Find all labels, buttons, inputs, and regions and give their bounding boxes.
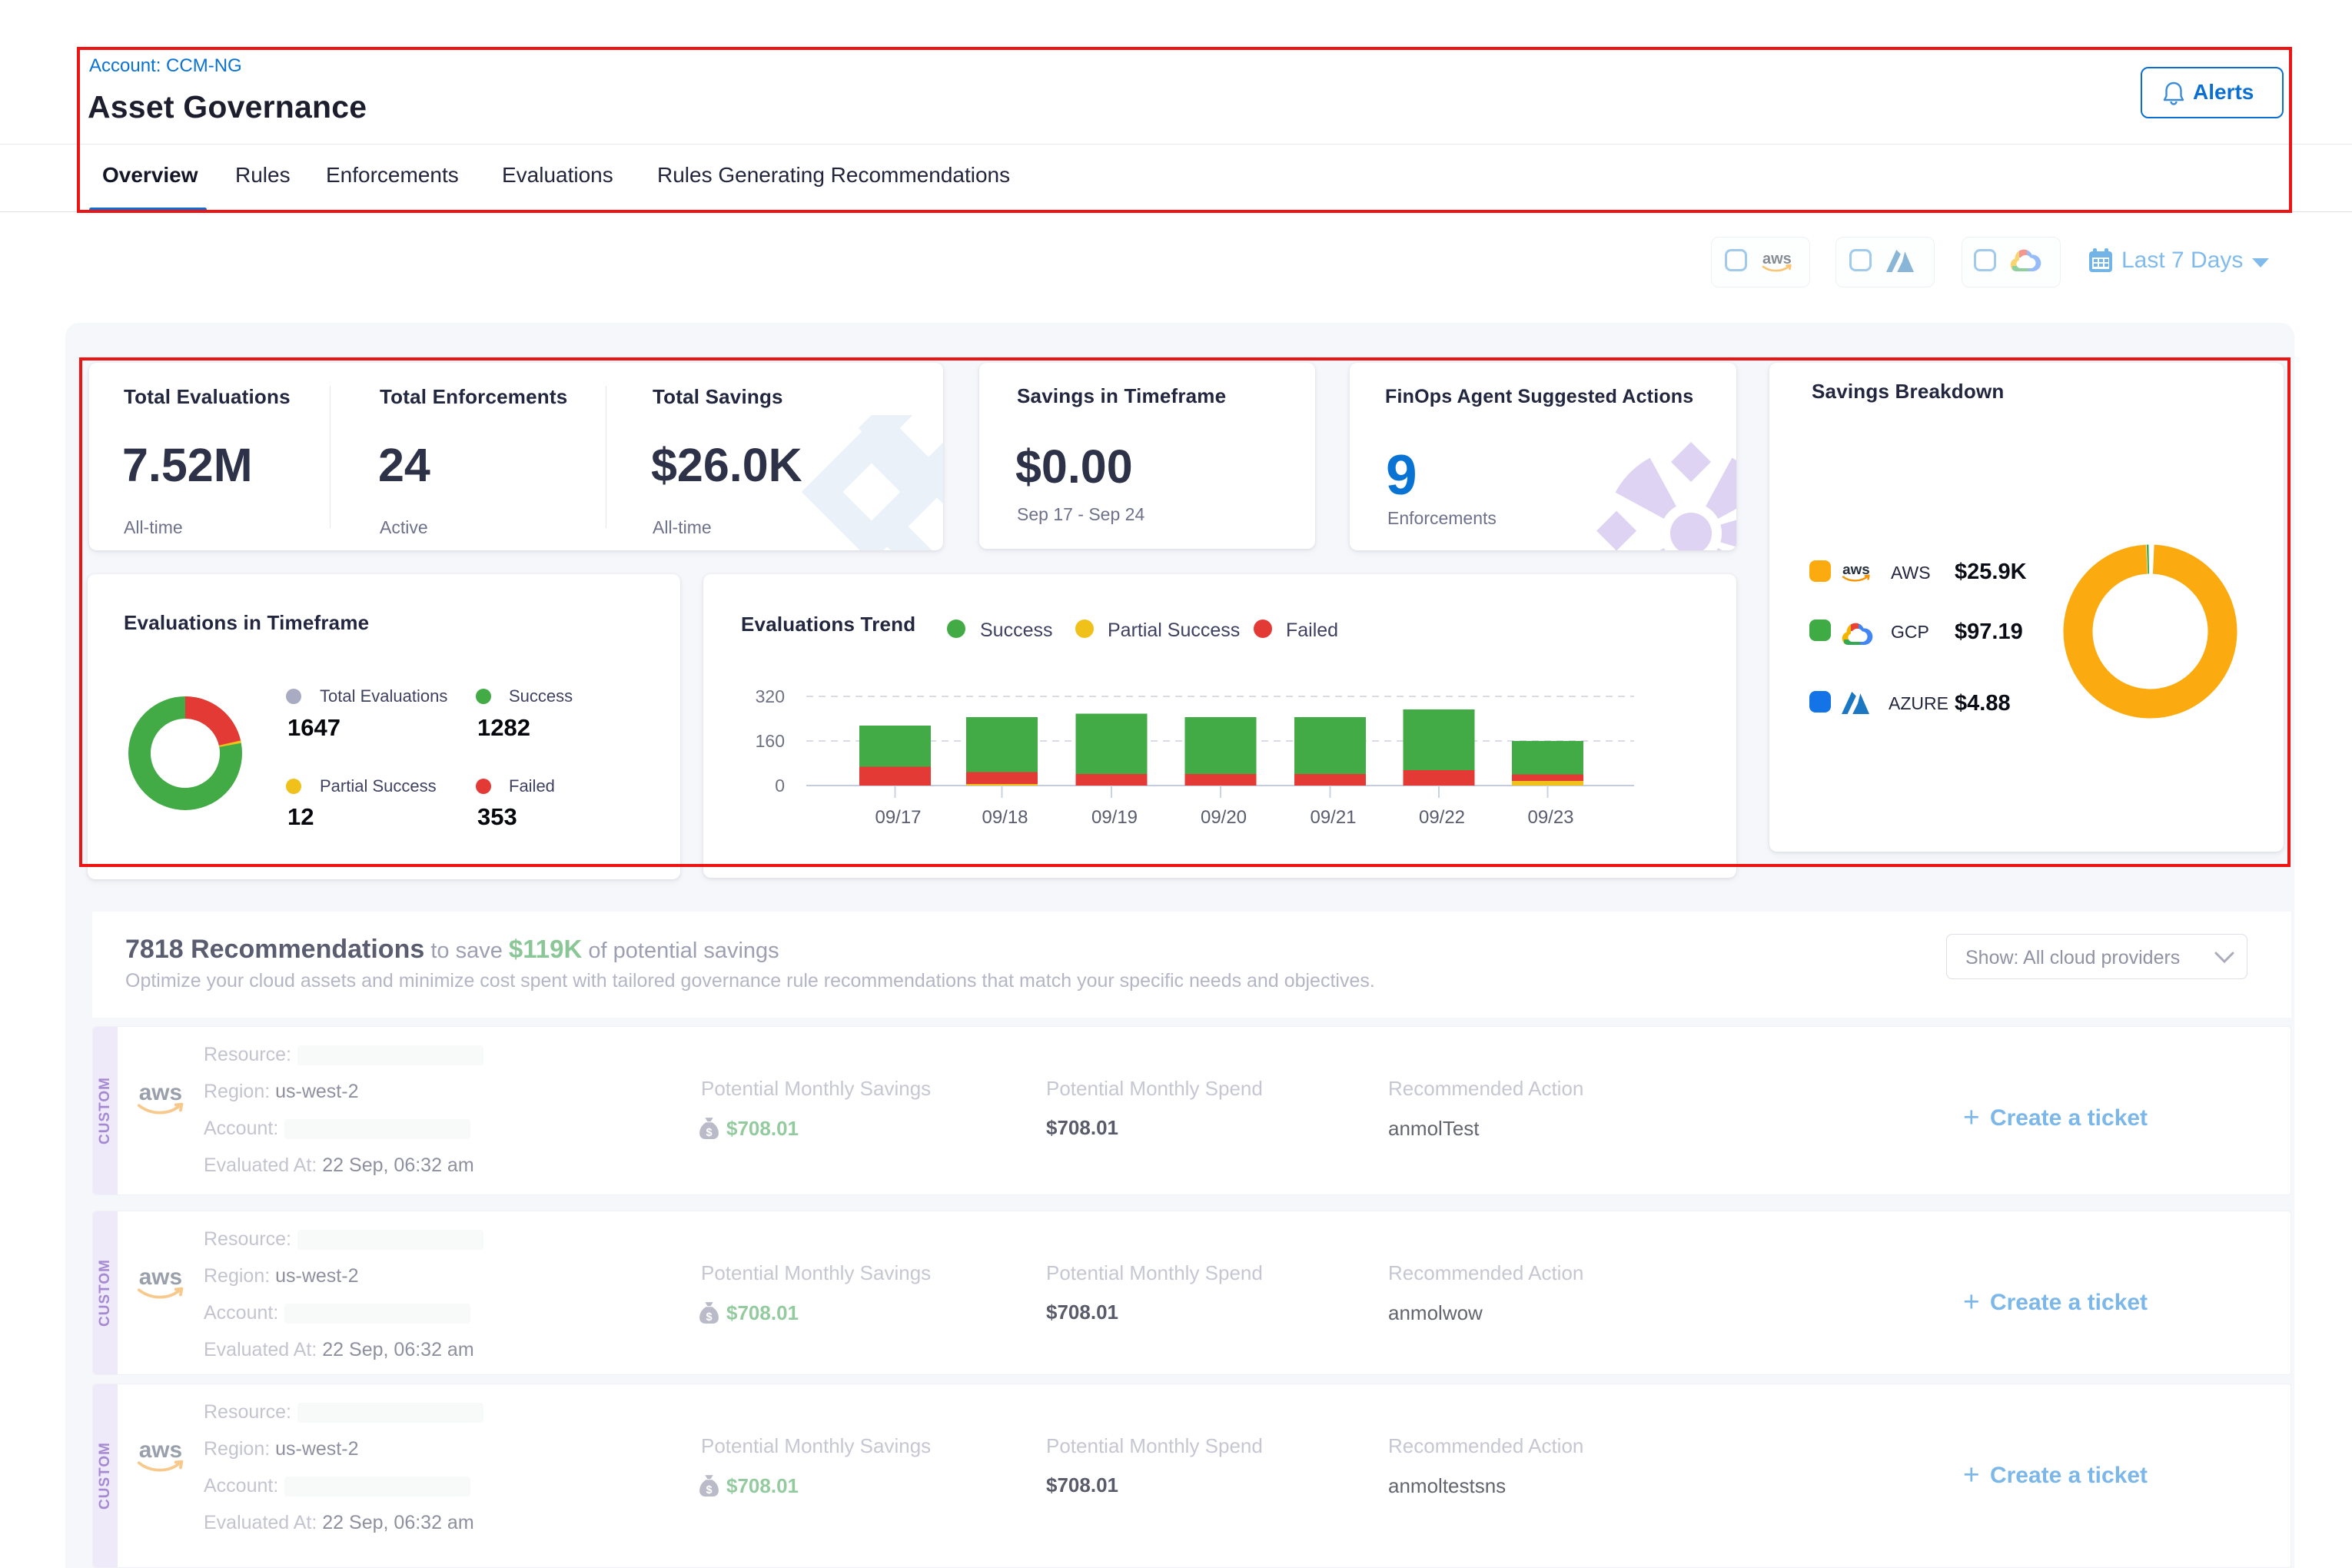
svg-text:$: $ (706, 1311, 712, 1324)
svg-text:aws: aws (139, 1437, 182, 1463)
svg-text:aws: aws (139, 1080, 182, 1105)
svg-text:09/21: 09/21 (1310, 807, 1356, 828)
svg-text:aws: aws (139, 1264, 182, 1290)
svg-text:0: 0 (775, 776, 785, 796)
svg-text:09/20: 09/20 (1201, 807, 1247, 828)
svg-text:09/22: 09/22 (1419, 807, 1465, 828)
svg-text:$: $ (706, 1484, 712, 1497)
svg-text:160: 160 (756, 731, 785, 751)
svg-text:aws: aws (1842, 561, 1870, 577)
svg-text:$: $ (706, 1127, 712, 1139)
svg-text:320: 320 (756, 686, 785, 706)
svg-text:09/17: 09/17 (875, 807, 921, 828)
svg-text:09/23: 09/23 (1527, 807, 1573, 828)
svg-text:09/18: 09/18 (982, 807, 1028, 828)
svg-text:09/19: 09/19 (1091, 807, 1138, 828)
